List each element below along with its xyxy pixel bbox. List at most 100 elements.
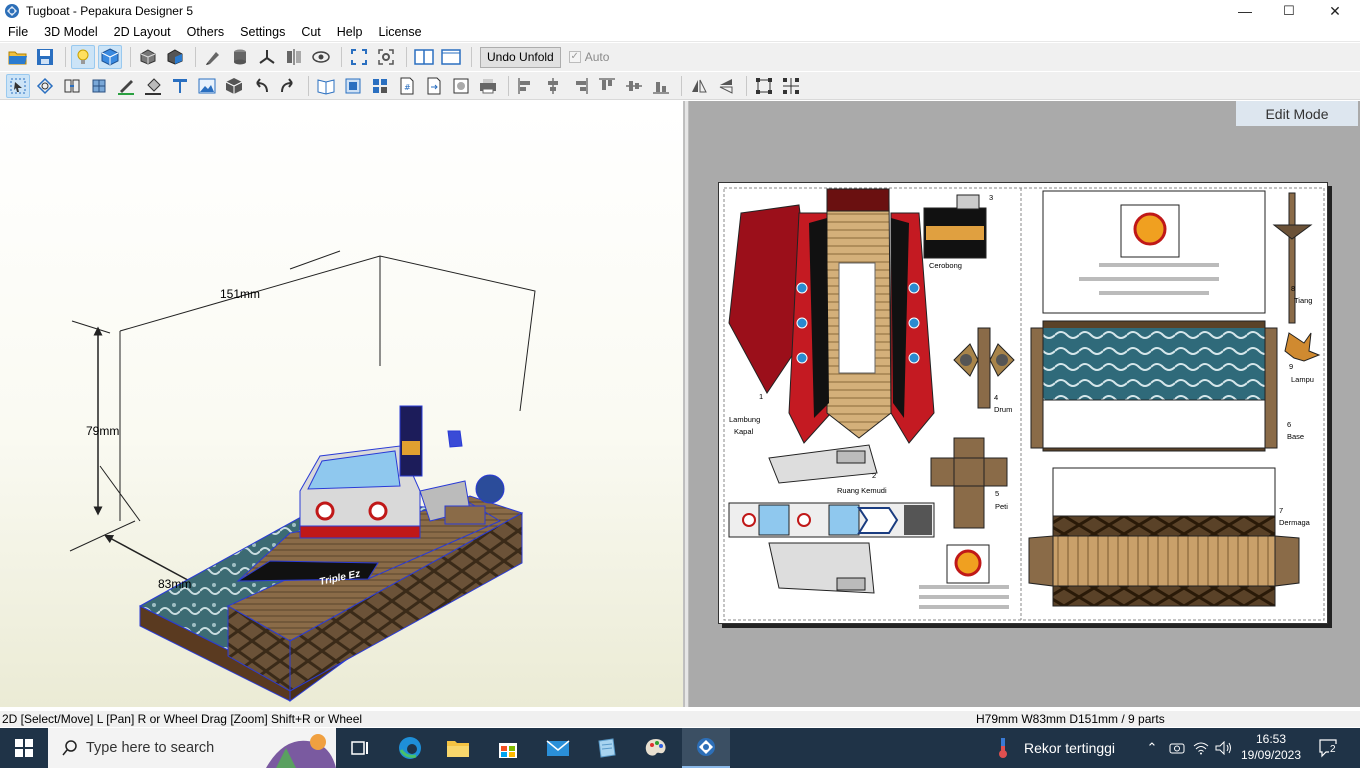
- align-right-button[interactable]: [568, 74, 592, 98]
- toolbar-separator: [746, 75, 747, 96]
- unfold-button[interactable]: [136, 45, 160, 69]
- split-view-button[interactable]: [412, 45, 436, 69]
- toolbar-separator: [341, 47, 342, 67]
- book-view-button[interactable]: [314, 74, 338, 98]
- undo-unfold-button[interactable]: Undo Unfold: [480, 46, 561, 68]
- page-number-icon: #: [400, 77, 414, 94]
- 3d-model-canvas[interactable]: Triple Ez 151mm 79mm 83mm: [0, 101, 684, 707]
- menu-cut[interactable]: Cut: [293, 22, 328, 42]
- layout-grid-button[interactable]: [368, 74, 392, 98]
- file-explorer-button[interactable]: [434, 728, 482, 768]
- notification-count: 2: [1329, 744, 1337, 755]
- export-page-button[interactable]: [422, 74, 446, 98]
- flap-button[interactable]: [87, 74, 111, 98]
- menu-help[interactable]: Help: [329, 22, 371, 42]
- maximize-button[interactable]: ☐: [1266, 0, 1312, 22]
- network-button[interactable]: [1190, 728, 1212, 768]
- task-view-button[interactable]: [336, 728, 384, 768]
- menu-file[interactable]: File: [0, 22, 36, 42]
- menu-others[interactable]: Others: [179, 22, 233, 42]
- print-preview-button[interactable]: [449, 74, 473, 98]
- menu-2d-layout[interactable]: 2D Layout: [106, 22, 179, 42]
- volume-button[interactable]: [1212, 728, 1236, 768]
- open-button[interactable]: [6, 45, 30, 69]
- part-2-wheelhouse[interactable]: [728, 444, 935, 594]
- align-top-button[interactable]: [595, 74, 619, 98]
- 2d-layout-pane[interactable]: Edit Mode 1 Lambung Kapal 3 Cerobong 4 D…: [689, 101, 1360, 707]
- align-bottom-button[interactable]: [649, 74, 673, 98]
- rotate-part-button[interactable]: [33, 74, 57, 98]
- light-toggle-button[interactable]: [71, 45, 95, 69]
- store-button[interactable]: [484, 728, 532, 768]
- part-5-crate[interactable]: [930, 437, 1008, 529]
- select-frame-button[interactable]: [752, 74, 776, 98]
- meet-now-button[interactable]: [1166, 728, 1188, 768]
- cylinder-button[interactable]: [228, 45, 252, 69]
- part-8-label: Tiang: [1294, 296, 1312, 305]
- unfold-color-button[interactable]: [163, 45, 187, 69]
- 3d-object-button[interactable]: [222, 74, 246, 98]
- view-button[interactable]: [309, 45, 333, 69]
- align-middle-button[interactable]: [622, 74, 646, 98]
- start-button[interactable]: [0, 728, 48, 768]
- edge-browser-icon: [399, 737, 421, 759]
- paint-app-button[interactable]: [632, 728, 680, 768]
- single-view-button[interactable]: [439, 45, 463, 69]
- flip-horizontal-button[interactable]: [687, 74, 711, 98]
- windows-taskbar: Type here to search Rekor tertinggi ⌃ 16…: [0, 728, 1360, 768]
- auto-checkbox[interactable]: ✓ Auto: [568, 50, 609, 64]
- part-2-label: Ruang Kemudi: [837, 486, 887, 495]
- align-left-button[interactable]: [514, 74, 538, 98]
- page-number-button[interactable]: #: [395, 74, 419, 98]
- axis-icon: [259, 50, 275, 64]
- pen-tool-button[interactable]: [201, 45, 225, 69]
- svg-text:#: #: [404, 83, 411, 92]
- snap-grid-button[interactable]: [779, 74, 803, 98]
- select-move-button[interactable]: [6, 73, 30, 98]
- undo-button[interactable]: [249, 74, 273, 98]
- print-button[interactable]: [476, 74, 500, 98]
- flip-vertical-button[interactable]: [714, 74, 738, 98]
- line-tool-button[interactable]: [114, 74, 138, 98]
- menu-3d-model[interactable]: 3D Model: [36, 22, 106, 42]
- mirror-button[interactable]: [282, 45, 306, 69]
- redo-button[interactable]: [276, 74, 300, 98]
- image-tool-button[interactable]: [195, 74, 219, 98]
- part-4-drum[interactable]: [953, 327, 1015, 409]
- save-button[interactable]: [33, 45, 57, 69]
- settings-fit-button[interactable]: [374, 45, 398, 69]
- menu-license[interactable]: License: [371, 22, 430, 42]
- arrange-parts-button[interactable]: [341, 74, 365, 98]
- export-page-icon: [427, 77, 441, 94]
- paint-tool-button[interactable]: [141, 74, 165, 98]
- text-t-icon: [173, 78, 187, 93]
- paper-sheet[interactable]: 1 Lambung Kapal 3 Cerobong 4 Drum 5 Peti…: [718, 182, 1328, 624]
- dimension-depth-label: 83mm: [158, 577, 191, 591]
- part-9-lamp[interactable]: [1284, 332, 1321, 362]
- unfolded-parts-canvas[interactable]: 1 Lambung Kapal 3 Cerobong 4 Drum 5 Peti…: [719, 183, 1329, 625]
- close-button[interactable]: ✕: [1312, 0, 1358, 22]
- fit-view-button[interactable]: [347, 45, 371, 69]
- menu-settings[interactable]: Settings: [232, 22, 293, 42]
- notification-center-button[interactable]: 2: [1312, 728, 1346, 768]
- mail-button[interactable]: [534, 728, 582, 768]
- toolbar-separator: [406, 47, 407, 67]
- app-button-notes[interactable]: [582, 728, 630, 768]
- title-bar: Tugboat - Pepakura Designer 5 — ☐ ✕: [0, 0, 1360, 22]
- align-center-button[interactable]: [541, 74, 565, 98]
- join-edges-icon: [64, 79, 80, 92]
- 3d-view-pane[interactable]: Triple Ez 151mm 79mm 83mm: [0, 101, 684, 707]
- taskbar-search-box[interactable]: Type here to search: [48, 728, 336, 768]
- show-hidden-icons-button[interactable]: ⌃: [1140, 728, 1164, 768]
- minimize-button[interactable]: —: [1222, 0, 1268, 22]
- status-hint: 2D [Select/Move] L [Pan] R or Wheel Drag…: [2, 712, 363, 726]
- taskbar-clock[interactable]: 16:53 19/09/2023: [1238, 731, 1304, 763]
- texture-toggle-button[interactable]: [98, 45, 122, 69]
- pepakura-taskbar-button[interactable]: [682, 728, 730, 768]
- axis-button[interactable]: [255, 45, 279, 69]
- edge-browser-button[interactable]: [386, 728, 434, 768]
- weather-widget[interactable]: Rekor tertinggi: [996, 728, 1115, 768]
- toolbar-separator: [308, 75, 309, 96]
- text-tool-button[interactable]: [168, 74, 192, 98]
- join-edges-button[interactable]: [60, 74, 84, 98]
